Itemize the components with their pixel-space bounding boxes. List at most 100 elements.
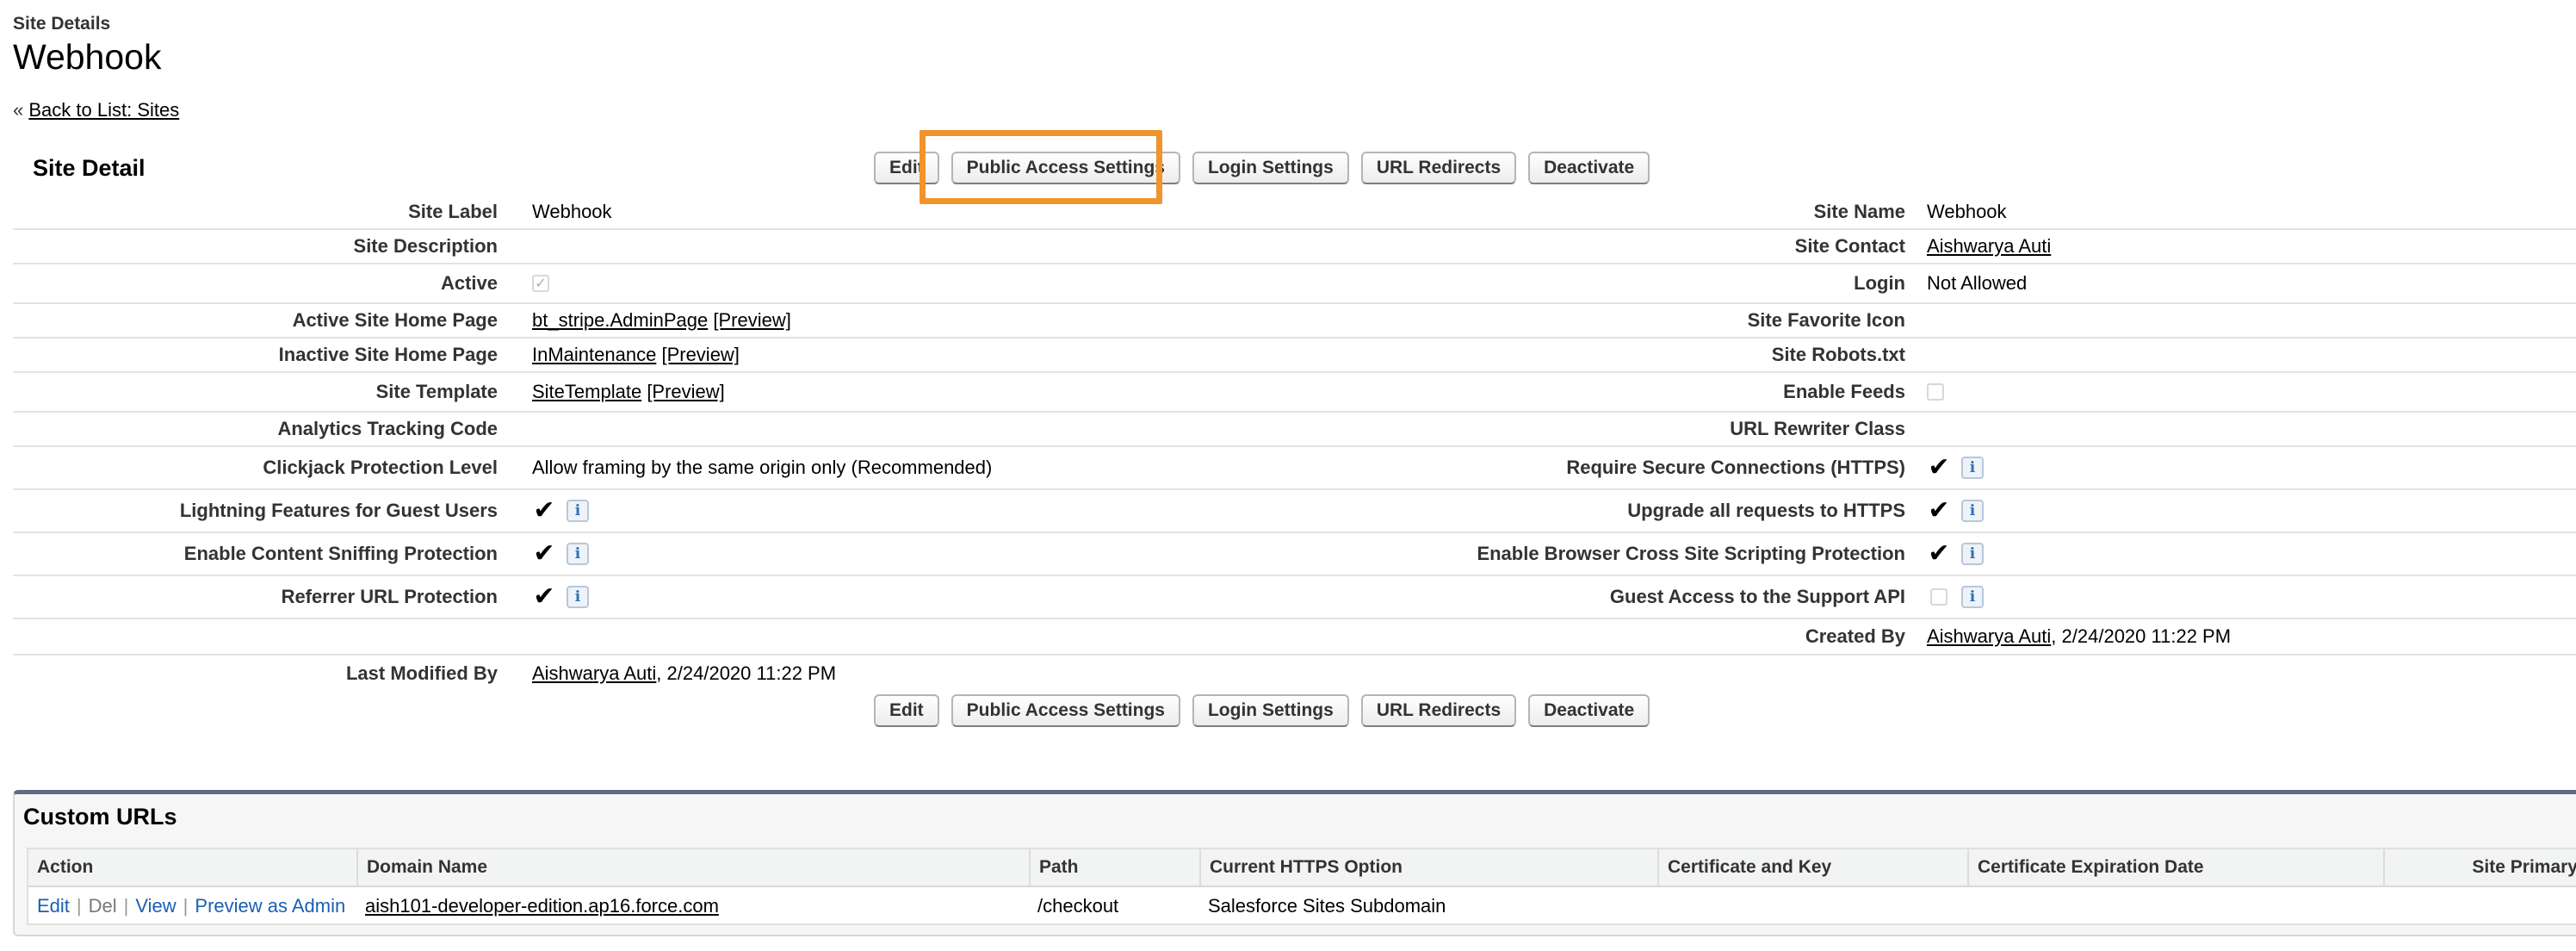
row-actions: Edit | Del | View | Preview as Admin <box>28 887 345 925</box>
custom-urls-table: Action Domain Name Path Current HTTPS Op… <box>27 848 2576 925</box>
xss-protection-info-icon[interactable]: i <box>1961 543 1984 565</box>
url-rewriter-label: URL Rewriter Class <box>1730 418 1905 439</box>
page-header: Site Details Webhook <box>13 14 161 78</box>
active-home-value: bt_stripe.AdminPage [Preview] <box>532 304 791 337</box>
action-separator: | <box>76 895 82 917</box>
inactive-home-link[interactable]: InMaintenance <box>532 344 656 366</box>
public-access-settings-button[interactable]: Public Access Settings <box>951 694 1180 727</box>
referrer-protection-value: ✔ i <box>532 576 589 618</box>
active-home-link[interactable]: bt_stripe.AdminPage <box>532 309 708 332</box>
site-contact-link[interactable]: Aishwarya Auti <box>1927 235 2051 258</box>
view-url-link[interactable]: View <box>135 895 176 917</box>
login-settings-button[interactable]: Login Settings <box>1192 152 1349 184</box>
detail-row: Site Label Webhook Site Name Webhook <box>13 196 2576 230</box>
detail-row: Site Template SiteTemplate [Preview] Ena… <box>13 373 2576 413</box>
breadcrumb-prefix: « <box>13 99 24 121</box>
edit-button[interactable]: Edit <box>874 694 939 727</box>
clickjack-value: Allow framing by the same origin only (R… <box>532 457 993 478</box>
custom-urls-title: Custom URLs <box>23 804 177 830</box>
upgrade-https-info-icon[interactable]: i <box>1961 500 1984 522</box>
created-by-user-link[interactable]: Aishwarya Auti <box>1927 625 2051 648</box>
back-to-list-link[interactable]: Back to List: Sites <box>28 99 179 121</box>
url-redirects-button[interactable]: URL Redirects <box>1360 694 1517 727</box>
site-template-link[interactable]: SiteTemplate <box>532 381 641 403</box>
delete-url-link: Del <box>88 895 117 917</box>
column-header-certificate-key: Certificate and Key <box>1657 849 1967 886</box>
xss-protection-checkmark-icon: ✔ <box>1928 538 1950 569</box>
active-checkbox-icon: ✓ <box>532 275 549 292</box>
column-header-site-primary: Site Primary <box>2383 849 2576 886</box>
column-header-certificate-expiration: Certificate Expiration Date <box>1967 849 2383 886</box>
site-contact-label: Site Contact <box>1794 235 1905 257</box>
xss-protection-label: Enable Browser Cross Site Scripting Prot… <box>1477 543 1905 564</box>
column-header-https-option: Current HTTPS Option <box>1199 849 1657 886</box>
enable-feeds-label: Enable Feeds <box>1783 381 1905 402</box>
detail-row: Active Site Home Page bt_stripe.AdminPag… <box>13 304 2576 339</box>
custom-urls-panel: Custom URLs Action Domain Name Path Curr… <box>13 790 2576 936</box>
referrer-protection-label: Referrer URL Protection <box>281 586 498 607</box>
inactive-home-value: InMaintenance [Preview] <box>532 339 740 371</box>
secure-connections-info-icon[interactable]: i <box>1961 457 1984 479</box>
highlight-box <box>920 130 1162 204</box>
page-subtitle: Site Details <box>13 14 111 34</box>
section-title: Site Detail <box>33 155 146 181</box>
xss-protection-value: ✔ i <box>1927 533 1984 575</box>
page-title: Webhook <box>13 37 162 77</box>
guest-support-api-value: i <box>1927 576 1984 618</box>
detail-row: Enable Content Sniffing Protection ✔ i E… <box>13 533 2576 576</box>
inactive-home-preview-link[interactable]: [Preview] <box>661 344 739 366</box>
content-sniffing-info-icon[interactable]: i <box>567 543 589 565</box>
detail-row: Site Description Site Contact Aishwarya … <box>13 230 2576 264</box>
site-detail-table: Site Label Webhook Site Name Webhook Sit… <box>13 196 2576 692</box>
domain-name-link[interactable]: aish101-developer-edition.ap16.force.com <box>365 895 719 917</box>
path-cell: /checkout <box>1037 895 1119 917</box>
detail-row: Lightning Features for Guest Users ✔ i U… <box>13 490 2576 533</box>
login-value: Not Allowed <box>1927 272 2028 294</box>
detail-row: Last Modified By Aishwarya Auti, 2/24/20… <box>13 656 2576 692</box>
content-sniffing-checkmark-icon: ✔ <box>533 538 555 569</box>
site-label-label: Site Label <box>408 201 498 222</box>
detail-row: Inactive Site Home Page InMaintenance [P… <box>13 339 2576 373</box>
deactivate-button[interactable]: Deactivate <box>1528 152 1650 184</box>
site-template-preview-link[interactable]: [Preview] <box>647 381 724 403</box>
edit-url-link[interactable]: Edit <box>37 895 70 917</box>
site-label-value: Webhook <box>532 201 612 222</box>
action-separator: | <box>123 895 129 917</box>
column-header-domain-name: Domain Name <box>356 849 1029 886</box>
column-header-action: Action <box>37 857 94 877</box>
site-description-label: Site Description <box>353 235 498 257</box>
last-modified-by-label: Last Modified By <box>345 662 498 684</box>
referrer-protection-info-icon[interactable]: i <box>567 586 589 608</box>
site-template-value: SiteTemplate [Preview] <box>532 373 725 411</box>
analytics-label: Analytics Tracking Code <box>277 418 498 439</box>
content-sniffing-label: Enable Content Sniffing Protection <box>183 543 498 564</box>
detail-row: Referrer URL Protection ✔ i Guest Access… <box>13 576 2576 619</box>
last-modified-by-value: Aishwarya Auti, 2/24/2020 11:22 PM <box>532 656 836 692</box>
secure-connections-value: ✔ i <box>1927 447 1984 488</box>
detail-row: Active ✓ Login Not Allowed <box>13 264 2576 304</box>
login-label: Login <box>1854 272 1905 294</box>
last-modified-by-user-link[interactable]: Aishwarya Auti <box>532 662 656 685</box>
guest-support-api-info-icon[interactable]: i <box>1961 586 1984 608</box>
lightning-guest-info-icon[interactable]: i <box>567 500 589 522</box>
created-by-label: Created By <box>1805 625 1905 647</box>
active-home-label: Active Site Home Page <box>292 309 498 331</box>
action-separator: | <box>183 895 189 917</box>
domain-name-cell: aish101-developer-edition.ap16.force.com <box>356 887 719 925</box>
lightning-guest-label: Lightning Features for Guest Users <box>179 500 498 521</box>
login-settings-button[interactable]: Login Settings <box>1192 694 1349 727</box>
url-redirects-button[interactable]: URL Redirects <box>1360 152 1517 184</box>
site-favorite-icon-label: Site Favorite Icon <box>1747 309 1905 331</box>
deactivate-button[interactable]: Deactivate <box>1528 694 1650 727</box>
enable-feeds-checkbox-icon <box>1927 383 1944 401</box>
clickjack-label: Clickjack Protection Level <box>263 457 498 478</box>
site-robots-label: Site Robots.txt <box>1771 344 1905 365</box>
https-option-cell: Salesforce Sites Subdomain <box>1208 895 1446 917</box>
upgrade-https-label: Upgrade all requests to HTTPS <box>1627 500 1905 521</box>
active-label: Active <box>440 272 498 294</box>
created-by-date: , 2/24/2020 11:22 PM <box>2051 625 2232 647</box>
inactive-home-label: Inactive Site Home Page <box>278 344 498 365</box>
active-home-preview-link[interactable]: [Preview] <box>713 309 790 332</box>
site-contact-value: Aishwarya Auti <box>1927 230 2051 263</box>
preview-as-admin-link[interactable]: Preview as Admin <box>195 895 345 917</box>
